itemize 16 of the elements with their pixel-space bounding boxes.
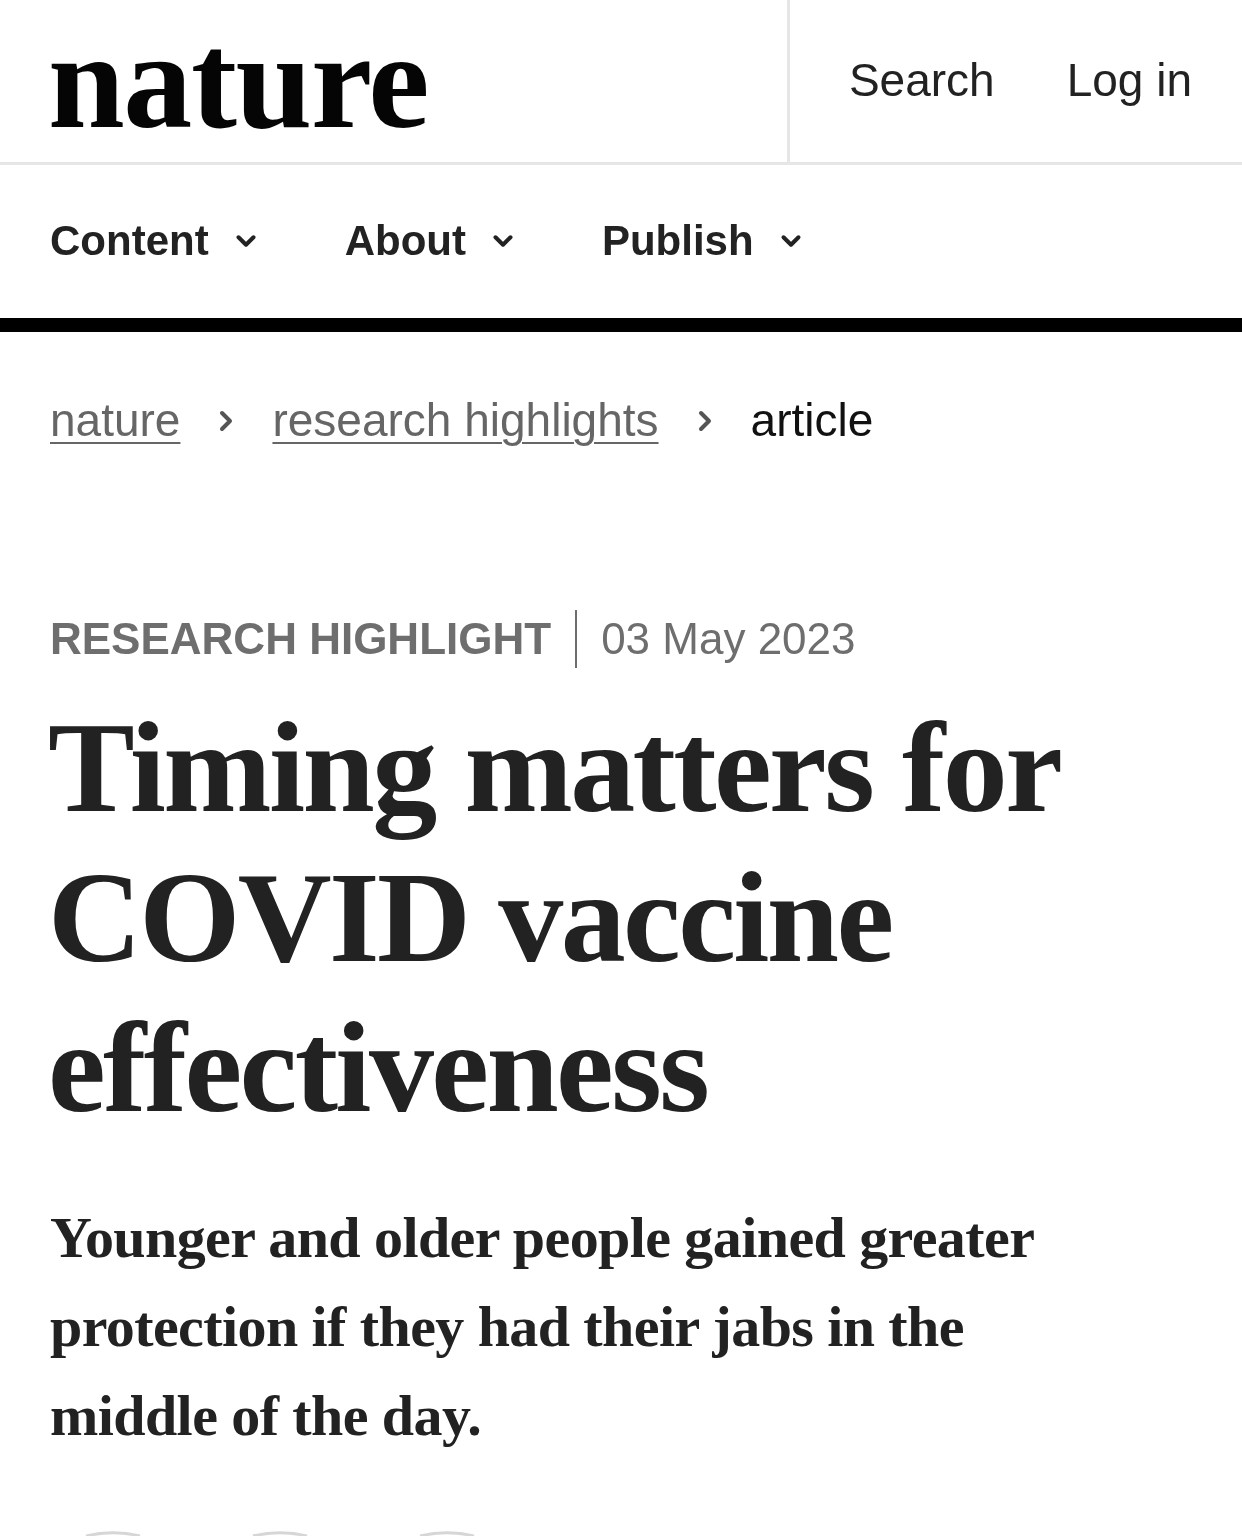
breadcrumb-link[interactable]: research highlights — [272, 393, 659, 449]
article-title: Timing matters for COVID vaccine effectiveness — [48, 694, 1060, 1142]
article-date: 03 May 2023 — [601, 612, 856, 665]
article-type: RESEARCH HIGHLIGHT — [50, 612, 552, 665]
nav-menu-button[interactable]: Content — [50, 216, 261, 267]
round-button[interactable] — [252, 1531, 308, 1536]
header-link[interactable]: Log in — [1066, 53, 1192, 109]
breadcrumb-current: article — [750, 393, 874, 448]
nature-logo[interactable]: nature — [48, 12, 429, 150]
header-link[interactable]: Search — [848, 53, 995, 109]
nav-menu-button[interactable]: About — [344, 216, 518, 267]
article-standfirst: Younger and older people gained greater protection if they had their jabs in the middle of the day. — [50, 1204, 1035, 1451]
round-button[interactable] — [85, 1531, 141, 1536]
round-button[interactable] — [419, 1531, 475, 1536]
nav-menu-button[interactable]: Publish — [601, 216, 806, 267]
breadcrumb-link[interactable]: nature — [50, 393, 181, 449]
